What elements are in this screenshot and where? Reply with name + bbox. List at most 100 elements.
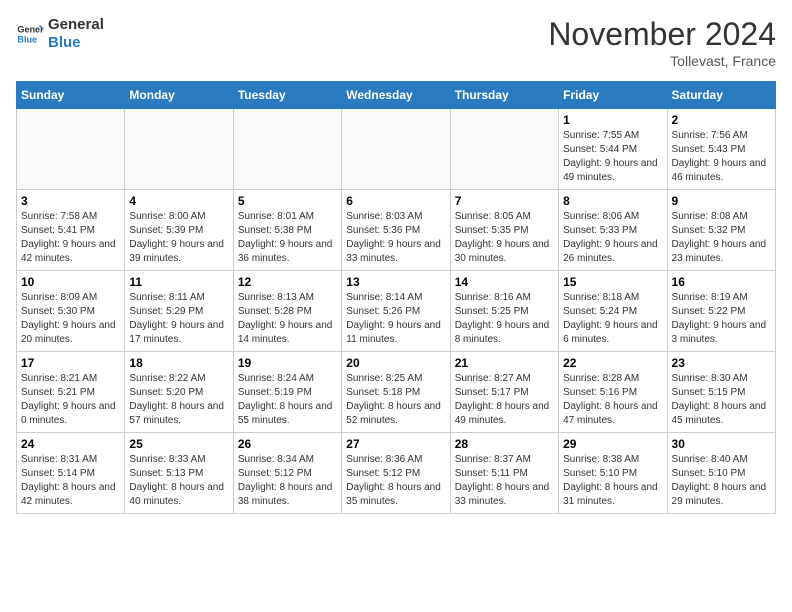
day-number: 9 xyxy=(672,194,771,208)
day-info: Sunrise: 8:30 AM Sunset: 5:15 PM Dayligh… xyxy=(672,372,771,428)
day-info: Sunrise: 7:58 AM Sunset: 5:41 PM Dayligh… xyxy=(21,210,120,266)
day-info: Sunrise: 8:16 AM Sunset: 5:25 PM Dayligh… xyxy=(455,291,554,347)
calendar-week-2: 3 Sunrise: 7:58 AM Sunset: 5:41 PM Daylig… xyxy=(17,190,776,271)
day-info: Sunrise: 8:33 AM Sunset: 5:13 PM Dayligh… xyxy=(129,453,228,509)
day-info: Sunrise: 8:09 AM Sunset: 5:30 PM Dayligh… xyxy=(21,291,120,347)
svg-text:Blue: Blue xyxy=(17,34,37,44)
calendar-week-1: 1 Sunrise: 7:55 AM Sunset: 5:44 PM Daylig… xyxy=(17,109,776,190)
day-info: Sunrise: 8:34 AM Sunset: 5:12 PM Dayligh… xyxy=(238,453,337,509)
day-number: 18 xyxy=(129,356,228,370)
day-info: Sunrise: 8:31 AM Sunset: 5:14 PM Dayligh… xyxy=(21,453,120,509)
logo-icon: General Blue xyxy=(16,20,44,48)
calendar-cell: 7 Sunrise: 8:05 AM Sunset: 5:35 PM Daylig… xyxy=(450,190,558,271)
calendar-cell: 12 Sunrise: 8:13 AM Sunset: 5:28 PM Dayli… xyxy=(233,271,341,352)
calendar-cell: 5 Sunrise: 8:01 AM Sunset: 5:38 PM Daylig… xyxy=(233,190,341,271)
day-info: Sunrise: 8:38 AM Sunset: 5:10 PM Dayligh… xyxy=(563,453,662,509)
calendar-cell: 18 Sunrise: 8:22 AM Sunset: 5:20 PM Dayli… xyxy=(125,352,233,433)
day-info: Sunrise: 8:21 AM Sunset: 5:21 PM Dayligh… xyxy=(21,372,120,428)
location: Tollevast, France xyxy=(548,53,776,69)
calendar-cell xyxy=(233,109,341,190)
calendar-cell: 15 Sunrise: 8:18 AM Sunset: 5:24 PM Dayli… xyxy=(559,271,667,352)
calendar-cell: 17Sunrise: 8:21 AM Sunset: 5:21 PM Dayli… xyxy=(17,352,125,433)
day-number: 21 xyxy=(455,356,554,370)
day-number: 20 xyxy=(346,356,445,370)
calendar-cell xyxy=(17,109,125,190)
calendar-cell: 3 Sunrise: 7:58 AM Sunset: 5:41 PM Daylig… xyxy=(17,190,125,271)
calendar-cell: 29Sunrise: 8:38 AM Sunset: 5:10 PM Dayli… xyxy=(559,433,667,514)
calendar-cell: 2 Sunrise: 7:56 AM Sunset: 5:43 PM Daylig… xyxy=(667,109,775,190)
calendar-cell: 25 Sunrise: 8:33 AM Sunset: 5:13 PM Dayli… xyxy=(125,433,233,514)
calendar-cell: 8Sunrise: 8:06 AM Sunset: 5:33 PM Daylig… xyxy=(559,190,667,271)
day-number: 3 xyxy=(21,194,120,208)
day-info: Sunrise: 8:14 AM Sunset: 5:26 PM Dayligh… xyxy=(346,291,445,347)
weekday-header-wednesday: Wednesday xyxy=(342,82,450,109)
day-info: Sunrise: 7:56 AM Sunset: 5:43 PM Dayligh… xyxy=(672,129,771,185)
calendar-cell: 16Sunrise: 8:19 AM Sunset: 5:22 PM Dayli… xyxy=(667,271,775,352)
title-section: November 2024 Tollevast, France xyxy=(548,16,776,69)
calendar-cell xyxy=(342,109,450,190)
day-number: 16 xyxy=(672,275,771,289)
day-number: 2 xyxy=(672,113,771,127)
day-info: Sunrise: 8:37 AM Sunset: 5:11 PM Dayligh… xyxy=(455,453,554,509)
day-number: 10 xyxy=(21,275,120,289)
calendar-header-row: SundayMondayTuesdayWednesdayThursdayFrid… xyxy=(17,82,776,109)
day-info: Sunrise: 8:25 AM Sunset: 5:18 PM Dayligh… xyxy=(346,372,445,428)
weekday-header-sunday: Sunday xyxy=(17,82,125,109)
day-number: 5 xyxy=(238,194,337,208)
logo-general: General xyxy=(48,16,104,34)
day-info: Sunrise: 8:24 AM Sunset: 5:19 PM Dayligh… xyxy=(238,372,337,428)
day-number: 25 xyxy=(129,437,228,451)
calendar-week-3: 10 Sunrise: 8:09 AM Sunset: 5:30 PM Dayli… xyxy=(17,271,776,352)
calendar-table: SundayMondayTuesdayWednesdayThursdayFrid… xyxy=(16,81,776,514)
day-info: Sunrise: 8:08 AM Sunset: 5:32 PM Dayligh… xyxy=(672,210,771,266)
calendar-week-4: 17Sunrise: 8:21 AM Sunset: 5:21 PM Dayli… xyxy=(17,352,776,433)
day-info: Sunrise: 8:36 AM Sunset: 5:12 PM Dayligh… xyxy=(346,453,445,509)
calendar-cell: 1 Sunrise: 7:55 AM Sunset: 5:44 PM Daylig… xyxy=(559,109,667,190)
calendar-week-5: 24 Sunrise: 8:31 AM Sunset: 5:14 PM Dayli… xyxy=(17,433,776,514)
calendar-cell: 26 Sunrise: 8:34 AM Sunset: 5:12 PM Dayli… xyxy=(233,433,341,514)
calendar-cell: 28 Sunrise: 8:37 AM Sunset: 5:11 PM Dayli… xyxy=(450,433,558,514)
calendar-cell: 20 Sunrise: 8:25 AM Sunset: 5:18 PM Dayli… xyxy=(342,352,450,433)
month-title: November 2024 xyxy=(548,16,776,53)
day-info: Sunrise: 8:01 AM Sunset: 5:38 PM Dayligh… xyxy=(238,210,337,266)
day-number: 15 xyxy=(563,275,662,289)
day-info: Sunrise: 8:11 AM Sunset: 5:29 PM Dayligh… xyxy=(129,291,228,347)
day-number: 14 xyxy=(455,275,554,289)
weekday-header-friday: Friday xyxy=(559,82,667,109)
calendar-cell: 23Sunrise: 8:30 AM Sunset: 5:15 PM Dayli… xyxy=(667,352,775,433)
day-info: Sunrise: 8:05 AM Sunset: 5:35 PM Dayligh… xyxy=(455,210,554,266)
calendar-cell: 4 Sunrise: 8:00 AM Sunset: 5:39 PM Daylig… xyxy=(125,190,233,271)
calendar-body: 1 Sunrise: 7:55 AM Sunset: 5:44 PM Daylig… xyxy=(17,109,776,514)
calendar-cell: 30Sunrise: 8:40 AM Sunset: 5:10 PM Dayli… xyxy=(667,433,775,514)
calendar-cell: 13Sunrise: 8:14 AM Sunset: 5:26 PM Dayli… xyxy=(342,271,450,352)
day-number: 6 xyxy=(346,194,445,208)
day-info: Sunrise: 7:55 AM Sunset: 5:44 PM Dayligh… xyxy=(563,129,662,185)
page-header: General Blue General Blue November 2024 … xyxy=(16,16,776,69)
calendar-cell: 14 Sunrise: 8:16 AM Sunset: 5:25 PM Dayli… xyxy=(450,271,558,352)
weekday-header-monday: Monday xyxy=(125,82,233,109)
day-info: Sunrise: 8:13 AM Sunset: 5:28 PM Dayligh… xyxy=(238,291,337,347)
calendar-cell: 27 Sunrise: 8:36 AM Sunset: 5:12 PM Dayli… xyxy=(342,433,450,514)
day-info: Sunrise: 8:00 AM Sunset: 5:39 PM Dayligh… xyxy=(129,210,228,266)
day-number: 24 xyxy=(21,437,120,451)
day-number: 22 xyxy=(563,356,662,370)
day-number: 28 xyxy=(455,437,554,451)
day-number: 26 xyxy=(238,437,337,451)
day-info: Sunrise: 8:27 AM Sunset: 5:17 PM Dayligh… xyxy=(455,372,554,428)
calendar-cell: 24 Sunrise: 8:31 AM Sunset: 5:14 PM Dayli… xyxy=(17,433,125,514)
logo-blue: Blue xyxy=(48,34,104,52)
day-number: 1 xyxy=(563,113,662,127)
calendar-cell: 9 Sunrise: 8:08 AM Sunset: 5:32 PM Daylig… xyxy=(667,190,775,271)
calendar-cell xyxy=(125,109,233,190)
day-number: 12 xyxy=(238,275,337,289)
calendar-cell: 10 Sunrise: 8:09 AM Sunset: 5:30 PM Dayli… xyxy=(17,271,125,352)
day-number: 7 xyxy=(455,194,554,208)
weekday-header-thursday: Thursday xyxy=(450,82,558,109)
day-number: 4 xyxy=(129,194,228,208)
day-info: Sunrise: 8:18 AM Sunset: 5:24 PM Dayligh… xyxy=(563,291,662,347)
weekday-header-saturday: Saturday xyxy=(667,82,775,109)
day-info: Sunrise: 8:40 AM Sunset: 5:10 PM Dayligh… xyxy=(672,453,771,509)
calendar-cell: 21 Sunrise: 8:27 AM Sunset: 5:17 PM Dayli… xyxy=(450,352,558,433)
day-number: 27 xyxy=(346,437,445,451)
day-info: Sunrise: 8:22 AM Sunset: 5:20 PM Dayligh… xyxy=(129,372,228,428)
